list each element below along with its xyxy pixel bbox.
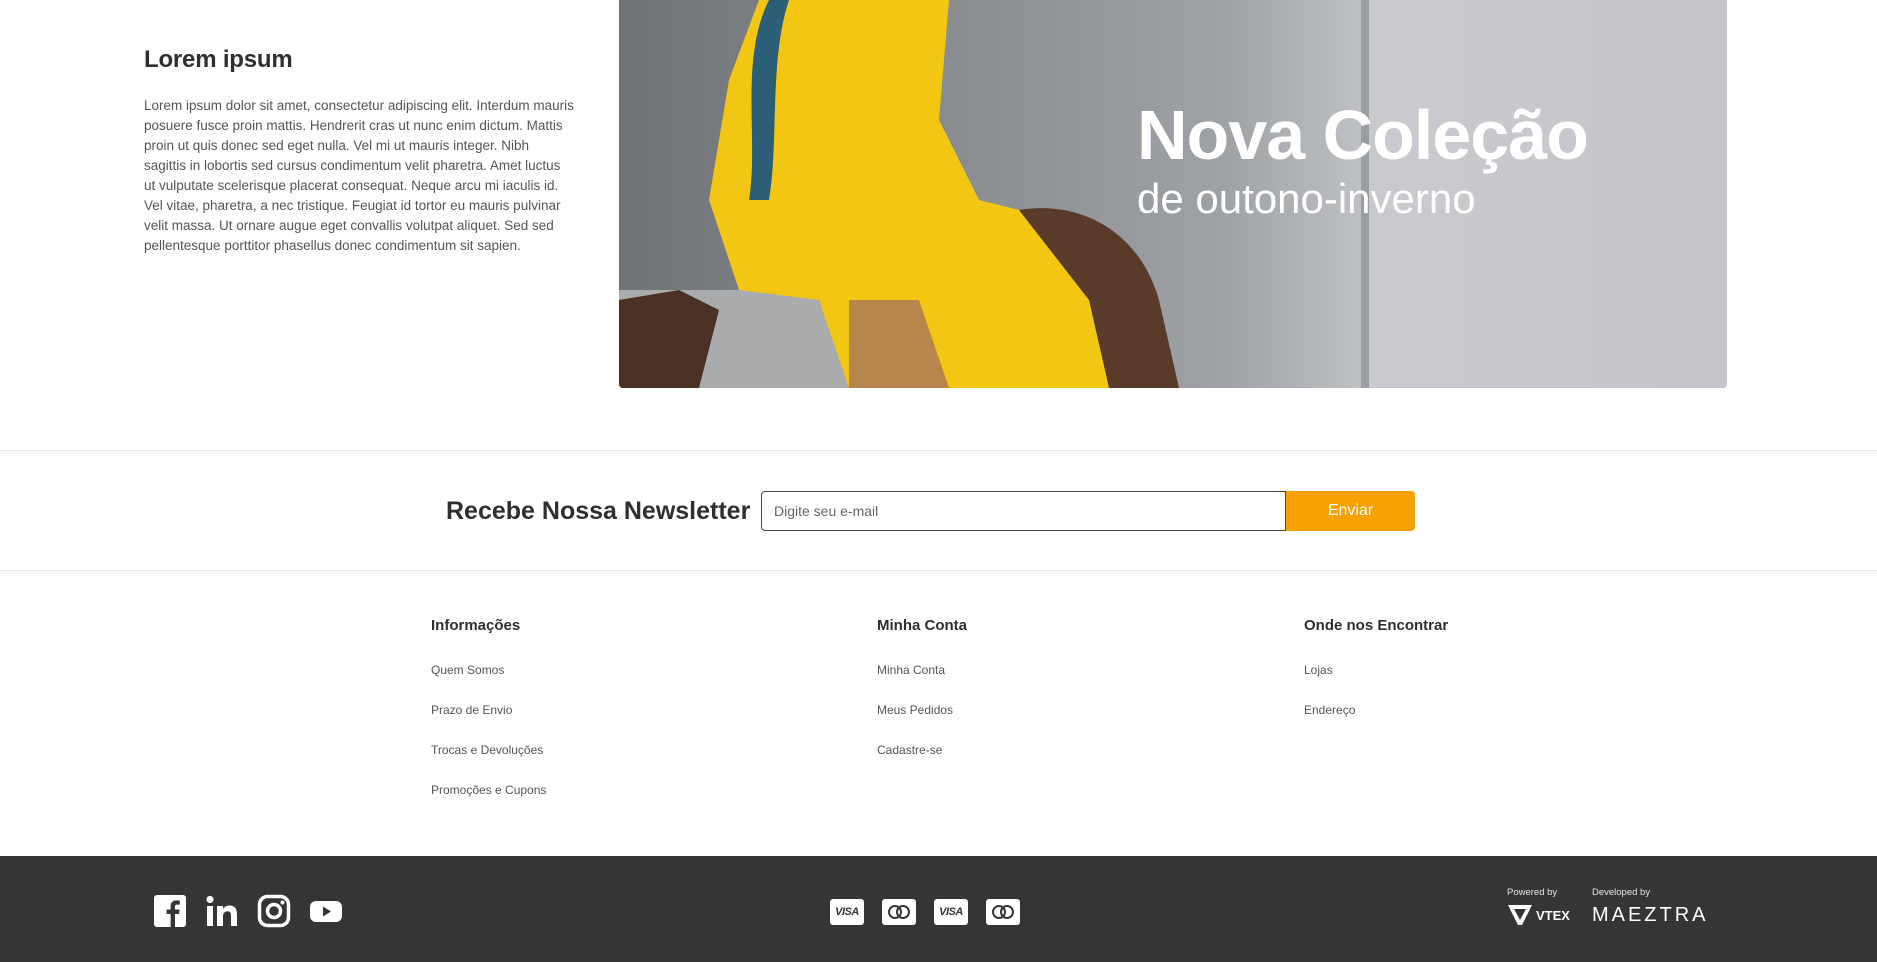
bottom-bar: VISA VISA Powered by VTEX Developed by M… <box>0 856 1877 962</box>
hero-subtitle: de outono-inverno <box>1137 175 1476 222</box>
payment-methods: VISA VISA <box>830 899 1020 925</box>
footer-link-meus-pedidos[interactable]: Meus Pedidos <box>877 703 953 717</box>
footer-link-promocoes-cupons[interactable]: Promoções e Cupons <box>431 783 546 797</box>
footer-column-onde-encontrar: Onde nos Encontrar Lojas Endereço <box>1304 617 1448 730</box>
social-links <box>153 894 343 928</box>
facebook-icon <box>154 895 186 927</box>
footer-link-lojas[interactable]: Lojas <box>1304 663 1333 677</box>
credits: Powered by VTEX Developed by MAEZTRA <box>1507 887 1709 927</box>
hero-title: Nova Coleção <box>1137 96 1589 174</box>
linkedin-link[interactable] <box>205 894 239 928</box>
newsletter-title: Recebe Nossa Newsletter <box>446 497 751 525</box>
footer-column-title: Onde nos Encontrar <box>1304 617 1449 634</box>
visa-card-icon: VISA <box>934 899 968 925</box>
powered-by-label: Powered by <box>1507 887 1558 898</box>
newsletter-submit-button[interactable]: Enviar <box>1286 491 1415 531</box>
footer-link-endereco[interactable]: Endereço <box>1304 703 1355 717</box>
footer-column-informacoes: Informações Quem Somos Prazo de Envio Tr… <box>431 617 546 810</box>
youtube-link[interactable] <box>309 894 343 928</box>
linkedin-icon <box>206 895 237 926</box>
facebook-link[interactable] <box>153 894 187 928</box>
developed-by-maeztra-link[interactable]: Developed by MAEZTRA <box>1592 887 1709 927</box>
footer-link-minha-conta[interactable]: Minha Conta <box>877 663 945 677</box>
visa-card-icon: VISA <box>830 899 864 925</box>
intro-title: Lorem ipsum <box>144 46 293 73</box>
newsletter-section: Recebe Nossa Newsletter Enviar <box>0 450 1877 571</box>
footer-link-cadastre-se[interactable]: Cadastre-se <box>877 743 942 757</box>
vtex-logo-icon <box>1508 905 1532 925</box>
mastercard-card-icon <box>986 899 1020 925</box>
newsletter-email-input[interactable] <box>761 491 1286 531</box>
instagram-link[interactable] <box>257 894 291 928</box>
vtex-logo: VTEX <box>1507 904 1570 926</box>
footer-column-minha-conta: Minha Conta Minha Conta Meus Pedidos Cad… <box>877 617 967 770</box>
footer-link-quem-somos[interactable]: Quem Somos <box>431 663 504 677</box>
instagram-icon <box>257 894 291 928</box>
footer-column-title: Minha Conta <box>877 617 967 634</box>
mastercard-card-icon <box>882 899 916 925</box>
footer-link-trocas-devolucoes[interactable]: Trocas e Devoluções <box>431 743 543 757</box>
hero-banner[interactable]: Nova Coleção de outono-inverno <box>619 0 1727 388</box>
footer-column-title: Informações <box>431 617 521 634</box>
footer-link-prazo-de-envio[interactable]: Prazo de Envio <box>431 703 512 717</box>
intro-section: Lorem ipsum Lorem ipsum dolor sit amet, … <box>144 46 574 256</box>
developed-by-label: Developed by <box>1591 887 1651 898</box>
youtube-icon <box>310 901 342 922</box>
intro-body: Lorem ipsum dolor sit amet, consectetur … <box>144 98 574 253</box>
maeztra-logo: MAEZTRA <box>1591 904 1709 926</box>
powered-by-vtex-link[interactable]: Powered by VTEX <box>1507 887 1570 927</box>
